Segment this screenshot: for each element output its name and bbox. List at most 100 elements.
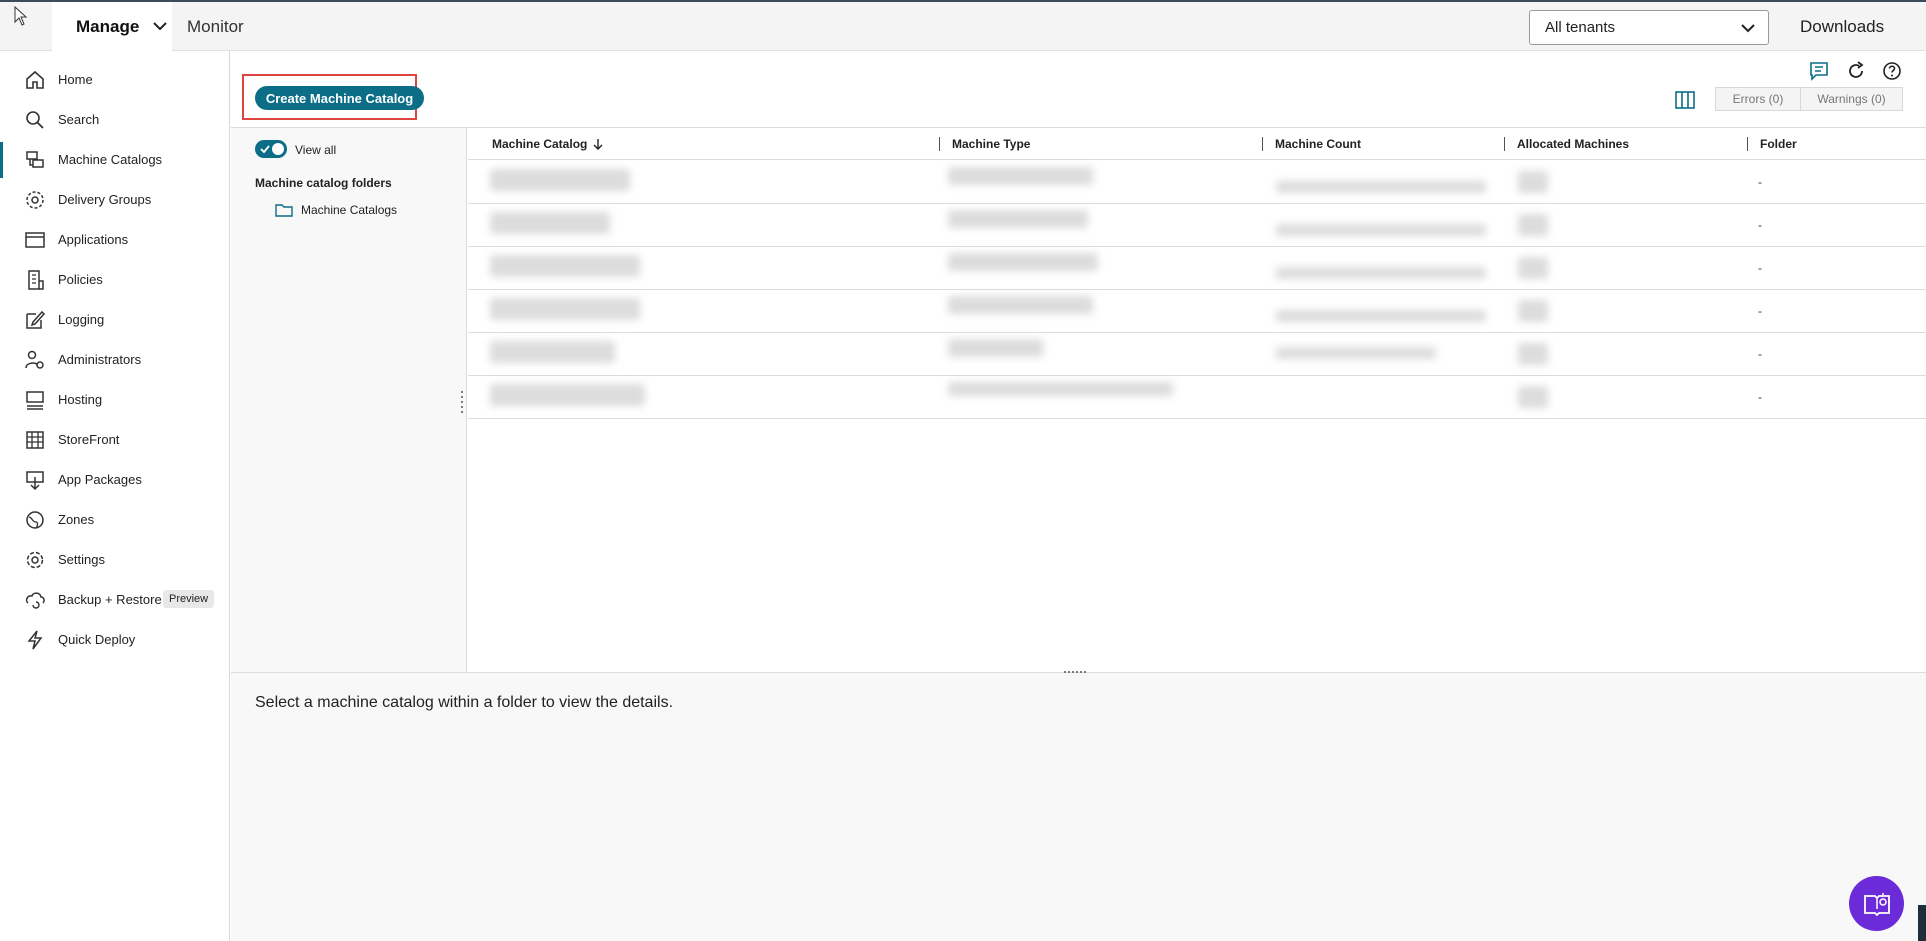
machine-catalog-table: Machine Catalog Machine Type Machine Cou… <box>468 128 1926 673</box>
sidebar-item-backup-restore[interactable]: Backup + Restore Preview <box>0 580 229 620</box>
folder-item[interactable]: Machine Catalogs <box>275 200 397 220</box>
sidebar-item-label: Hosting <box>58 392 103 407</box>
sidebar-item-label: StoreFront <box>58 432 120 447</box>
chevron-down-icon[interactable] <box>152 20 168 32</box>
redacted-cell <box>1518 257 1548 279</box>
window-edge <box>1918 905 1926 941</box>
redacted-cell <box>1518 300 1548 322</box>
feedback-icon[interactable] <box>1808 60 1830 82</box>
sidebar-item-machine-catalogs[interactable]: Machine Catalogs <box>0 140 229 180</box>
sidebar-item-hosting[interactable]: Hosting <box>0 380 229 420</box>
sidebar-item-policies[interactable]: Policies <box>0 260 229 300</box>
sidebar-item-quick-deploy[interactable]: Quick Deploy <box>0 620 229 660</box>
sidebar-item-delivery-groups[interactable]: Delivery Groups <box>0 180 229 220</box>
folder-cell: - <box>1758 175 1762 189</box>
tab-manage[interactable]: Manage <box>52 2 172 51</box>
folder-cell: - <box>1758 347 1762 361</box>
sidebar-item-zones[interactable]: Zones <box>0 500 229 540</box>
folder-cell: - <box>1758 261 1762 275</box>
book-lightbulb-icon <box>1863 892 1890 916</box>
redacted-cell <box>490 212 610 234</box>
table-row[interactable]: - <box>468 376 1926 419</box>
column-separator[interactable] <box>939 137 940 151</box>
redacted-cell <box>490 169 630 191</box>
sidebar-item-label: Quick Deploy <box>58 632 136 647</box>
sidebar-item-logging[interactable]: Logging <box>0 300 229 340</box>
sidebar-item-label: Logging <box>58 312 105 327</box>
top-bar: Manage Monitor All tenants Downloads <box>0 0 1926 51</box>
column-header-machine-count[interactable]: Machine Count <box>1275 137 1361 151</box>
view-all-label: View all <box>295 143 337 157</box>
refresh-icon[interactable] <box>1845 60 1867 82</box>
resize-handle-icon[interactable] <box>460 390 464 414</box>
details-empty-message: Select a machine catalog within a folder… <box>255 694 674 711</box>
sidebar-item-label: Administrators <box>58 352 142 367</box>
sidebar-item-label: Backup + Restore <box>58 592 162 607</box>
folder-item-label: Machine Catalogs <box>301 203 398 217</box>
redacted-cell <box>490 341 615 363</box>
sidebar: Home Search Machine Catalogs Delivery Gr… <box>0 51 230 941</box>
folder-cell: - <box>1758 390 1762 404</box>
view-all-toggle[interactable] <box>255 140 287 158</box>
column-header-allocated-machines[interactable]: Allocated Machines <box>1517 137 1629 151</box>
details-pane: Select a machine catalog within a folder… <box>231 670 1926 941</box>
sidebar-item-administrators[interactable]: Administrators <box>0 340 229 380</box>
machine-catalogs-icon <box>26 151 44 168</box>
table-row[interactable]: - <box>468 290 1926 333</box>
redacted-cell <box>490 298 640 320</box>
sidebar-item-label: Policies <box>58 272 103 287</box>
sidebar-item-settings[interactable]: Settings <box>0 540 229 580</box>
zones-icon <box>26 511 44 529</box>
storefront-icon <box>26 431 44 449</box>
sidebar-item-label: Machine Catalogs <box>58 152 163 167</box>
warnings-button[interactable]: Warnings (0) <box>1800 87 1903 111</box>
sidebar-item-label: Search <box>58 112 100 127</box>
sidebar-item-storefront[interactable]: StoreFront <box>0 420 229 460</box>
content-area: View all Machine catalog folders Machine… <box>231 127 1926 673</box>
redacted-cell <box>948 253 1098 271</box>
tenant-select-value: All tenants <box>1545 19 1616 36</box>
sidebar-item-app-packages[interactable]: App Packages <box>0 460 229 500</box>
folder-cell: - <box>1758 304 1762 318</box>
column-header-machine-catalog[interactable]: Machine Catalog <box>492 137 603 151</box>
create-machine-catalog-button[interactable]: Create Machine Catalog <box>255 86 424 110</box>
column-header-machine-type[interactable]: Machine Type <box>952 137 1030 151</box>
column-separator[interactable] <box>1262 137 1263 151</box>
sidebar-item-label: Zones <box>58 512 95 527</box>
redacted-cell <box>948 167 1093 185</box>
sidebar-item-label: Delivery Groups <box>58 192 152 207</box>
mouse-cursor-icon <box>14 6 28 26</box>
tab-monitor[interactable]: Monitor <box>187 2 244 51</box>
table-row[interactable]: - <box>468 333 1926 376</box>
tenant-select[interactable]: All tenants <box>1529 10 1769 45</box>
table-header: Machine Catalog Machine Type Machine Cou… <box>468 128 1926 160</box>
column-separator[interactable] <box>1504 137 1505 151</box>
help-icon[interactable] <box>1881 60 1903 82</box>
table-row[interactable]: - <box>468 161 1926 204</box>
downloads-link[interactable]: Downloads <box>1800 2 1884 51</box>
resize-handle-icon[interactable] <box>1063 670 1087 674</box>
sidebar-item-label: App Packages <box>58 472 142 487</box>
app-packages-icon <box>26 471 44 491</box>
redacted-cell <box>1518 214 1548 236</box>
redacted-cell <box>490 255 640 277</box>
folders-title: Machine catalog folders <box>255 176 392 190</box>
redacted-cell <box>948 382 1173 396</box>
redacted-cell <box>1518 386 1548 408</box>
columns-icon[interactable] <box>1674 89 1696 111</box>
sidebar-item-applications[interactable]: Applications <box>0 220 229 260</box>
table-row[interactable]: - <box>468 204 1926 247</box>
help-assistant-button[interactable] <box>1849 876 1904 931</box>
table-row[interactable]: - <box>468 247 1926 290</box>
redacted-cell <box>948 296 1093 314</box>
sidebar-item-search[interactable]: Search <box>0 100 229 140</box>
redacted-cell <box>1518 343 1548 365</box>
check-icon <box>260 145 270 154</box>
sidebar-item-home[interactable]: Home <box>0 60 229 100</box>
chevron-down-icon <box>1741 24 1755 33</box>
column-header-folder[interactable]: Folder <box>1760 137 1797 151</box>
sidebar-item-label: Settings <box>58 552 105 567</box>
column-separator[interactable] <box>1747 137 1748 151</box>
redacted-cell <box>1276 224 1486 236</box>
errors-button[interactable]: Errors (0) <box>1715 87 1801 111</box>
